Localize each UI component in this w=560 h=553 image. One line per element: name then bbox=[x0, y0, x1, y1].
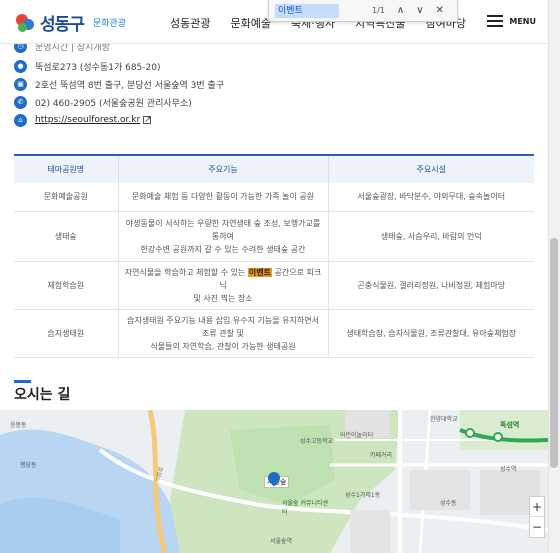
nav-item-tourism[interactable]: 성동관광 bbox=[170, 15, 210, 31]
table-row: 문화예술공원 문화예술 체험 등 다양한 활동이 가능한 가족 놀이 공원 서울… bbox=[14, 183, 534, 212]
col-header-facilities: 주요시설 bbox=[328, 154, 534, 183]
menu-button[interactable]: MENU bbox=[487, 15, 536, 27]
subway-text: 2호선 뚝섬역 8번 출구, 분당선 서울숲역 3번 출구 bbox=[35, 80, 225, 91]
logo-subtitle: 문화관광 bbox=[92, 19, 127, 29]
park-info-list: ◷ 운영시간 | 상시개방 ● 뚝섬로273 (성수동1가 685-20) ▣ … bbox=[14, 44, 224, 129]
table-row: 체험학습원 자연식물을 학습하고 체험할 수 있는 이벤트 공간으로 피크닉 및… bbox=[14, 261, 534, 310]
scrollbar-thumb[interactable] bbox=[550, 238, 558, 468]
function-cell: 습지생태원 주요기능 내용 삽입 유수지 기능을 유지하면서 조류 관찰 및 식… bbox=[118, 309, 329, 358]
park-name-cell: 문화예술공원 bbox=[14, 183, 119, 212]
park-name-cell: 생태숲 bbox=[14, 211, 119, 262]
section-title-directions: 오시는 길 bbox=[14, 387, 71, 403]
map-label: 어린이놀이터 bbox=[340, 432, 374, 439]
zoom-out-button[interactable]: − bbox=[530, 517, 544, 537]
map-label: 성수역 bbox=[500, 466, 517, 473]
phone-icon: ✆ bbox=[14, 95, 27, 109]
logo-icon bbox=[14, 12, 36, 34]
find-prev-button[interactable]: ∧ bbox=[397, 5, 404, 16]
address-text: 뚝섬로273 (성수동1가 685-20) bbox=[35, 62, 161, 73]
find-close-button[interactable]: ✕ bbox=[436, 5, 444, 16]
facilities-cell: 생태숲, 사슴우리, 바람의 언덕 bbox=[328, 211, 534, 262]
map-label: 성수1가제1동 bbox=[345, 492, 381, 499]
find-match-count: 1/1 bbox=[372, 6, 385, 15]
park-name-cell: 체험학습원 bbox=[14, 261, 119, 310]
map-label: 행당동 bbox=[20, 462, 37, 469]
theme-park-table: 테마공원명 주요기능 주요시설 문화예술공원 문화예술 체험 등 다양한 활동이… bbox=[14, 154, 534, 358]
info-hours: ◷ 운영시간 | 상시개방 bbox=[14, 44, 224, 53]
facilities-cell: 곤충식물원, 갤러리정원, 나비정원, 체험마당 bbox=[328, 261, 534, 310]
facilities-cell: 생태학습장, 습지식물원, 조류관찰대, 유아숲체험장 bbox=[328, 309, 534, 358]
clock-icon: ◷ bbox=[14, 44, 27, 53]
col-header-function: 주요기능 bbox=[118, 154, 329, 183]
find-in-page-bar: 이벤트 1/1 ∧ ∨ ✕ bbox=[268, 0, 458, 22]
phone-text: 02) 460-2905 (서울숲공원 관리사무소) bbox=[35, 98, 192, 109]
table-row: 생태숲 야생동물이 서식하는 우량한 자연생태 숲 조성, 보행가교를 통하여 … bbox=[14, 211, 534, 262]
table-header-row: 테마공원명 주요기능 주요시설 bbox=[14, 154, 534, 183]
map-label: 뚝섬역 bbox=[500, 421, 520, 429]
logo-name: 성동구 bbox=[40, 15, 85, 35]
info-homepage: ⌂ https://seoulforest.or.kr ↗ bbox=[14, 111, 224, 129]
map-label: 응봉동 bbox=[10, 422, 27, 429]
map-label: 한양대학교 bbox=[430, 416, 458, 423]
map-label: 서울숲역 bbox=[270, 538, 293, 545]
home-icon: ⌂ bbox=[14, 113, 27, 127]
map-label: 카페거리 bbox=[370, 452, 393, 459]
location-map[interactable]: 서울숲 서울숲 커뮤니티센터 뚝섬역 서울숲역 성수역 어린이놀이터 성수1가제… bbox=[0, 410, 548, 553]
park-name-cell: 습지생태원 bbox=[14, 309, 119, 358]
function-cell: 야생동물이 서식하는 우량한 자연생태 숲 조성, 보행가교를 통하여 한강수변… bbox=[118, 211, 329, 262]
menu-label: MENU bbox=[509, 16, 536, 26]
function-cell: 문화예술 체험 등 다양한 활동이 가능한 가족 놀이 공원 bbox=[118, 183, 329, 212]
map-label: 서울숲 커뮤니티센터 bbox=[282, 500, 329, 516]
site-logo[interactable]: 성동구 문화관광 bbox=[14, 10, 126, 35]
homepage-link[interactable]: https://seoulforest.or.kr bbox=[35, 115, 140, 125]
col-header-name: 테마공원명 bbox=[14, 154, 119, 183]
zoom-in-button[interactable]: + bbox=[530, 497, 544, 517]
info-subway: ▣ 2호선 뚝섬역 8번 출구, 분당선 서울숲역 3번 출구 bbox=[14, 75, 224, 93]
info-phone: ✆ 02) 460-2905 (서울숲공원 관리사무소) bbox=[14, 93, 224, 111]
facilities-cell: 서울숲광장, 바닥분수, 야외무대, 숲속놀이터 bbox=[328, 183, 534, 212]
find-next-button[interactable]: ∨ bbox=[416, 5, 423, 16]
hamburger-icon bbox=[487, 15, 504, 27]
map-label: 성수고등학교 bbox=[300, 438, 334, 445]
table-row: 습지생태원 습지생태원 주요기능 내용 삽입 유수지 기능을 유지하면서 조류 … bbox=[14, 309, 534, 358]
location-pin-icon: ● bbox=[14, 59, 27, 73]
map-zoom-control: + − bbox=[529, 496, 545, 538]
map-label: 성수동 bbox=[440, 500, 457, 507]
subway-icon: ▣ bbox=[14, 77, 27, 91]
external-link-icon: ↗ bbox=[143, 115, 152, 125]
find-input[interactable]: 이벤트 bbox=[275, 3, 339, 18]
info-address: ● 뚝섬로273 (성수동1가 685-20) bbox=[14, 57, 224, 75]
page-scrollbar[interactable] bbox=[548, 0, 560, 553]
section-accent-bar bbox=[14, 380, 31, 383]
function-cell: 자연식물을 학습하고 체험할 수 있는 이벤트 공간으로 피크닉 및 사진 찍는… bbox=[118, 261, 329, 310]
nav-item-culture[interactable]: 문화예술 bbox=[230, 15, 270, 31]
find-match-highlight: 이벤트 bbox=[247, 267, 272, 277]
